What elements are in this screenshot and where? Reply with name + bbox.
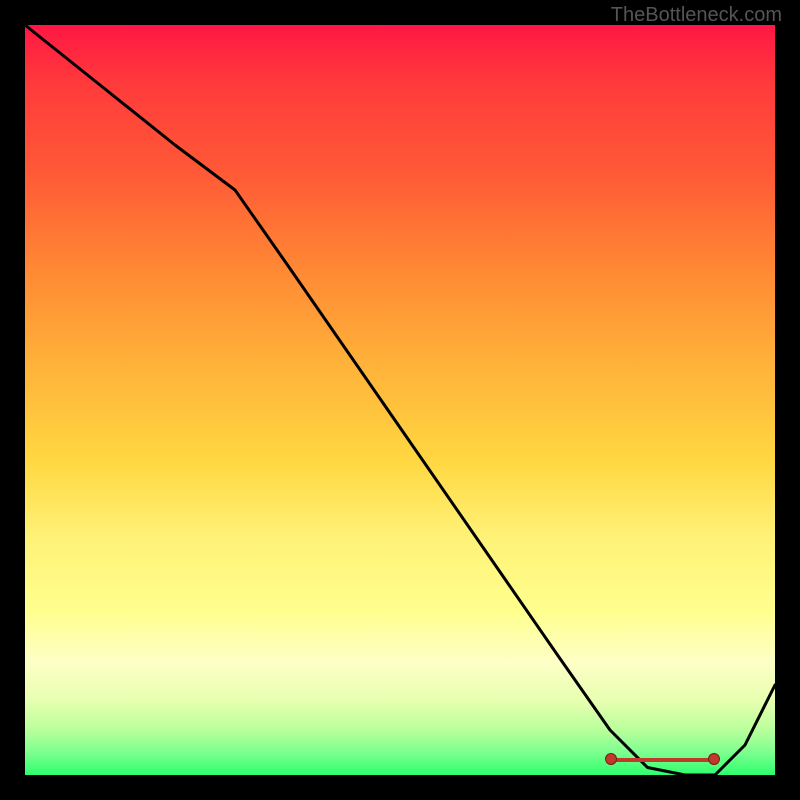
series-line <box>25 25 775 775</box>
line-chart-svg <box>25 25 775 775</box>
chart-area <box>25 25 775 775</box>
watermark-text: TheBottleneck.com <box>611 4 782 27</box>
